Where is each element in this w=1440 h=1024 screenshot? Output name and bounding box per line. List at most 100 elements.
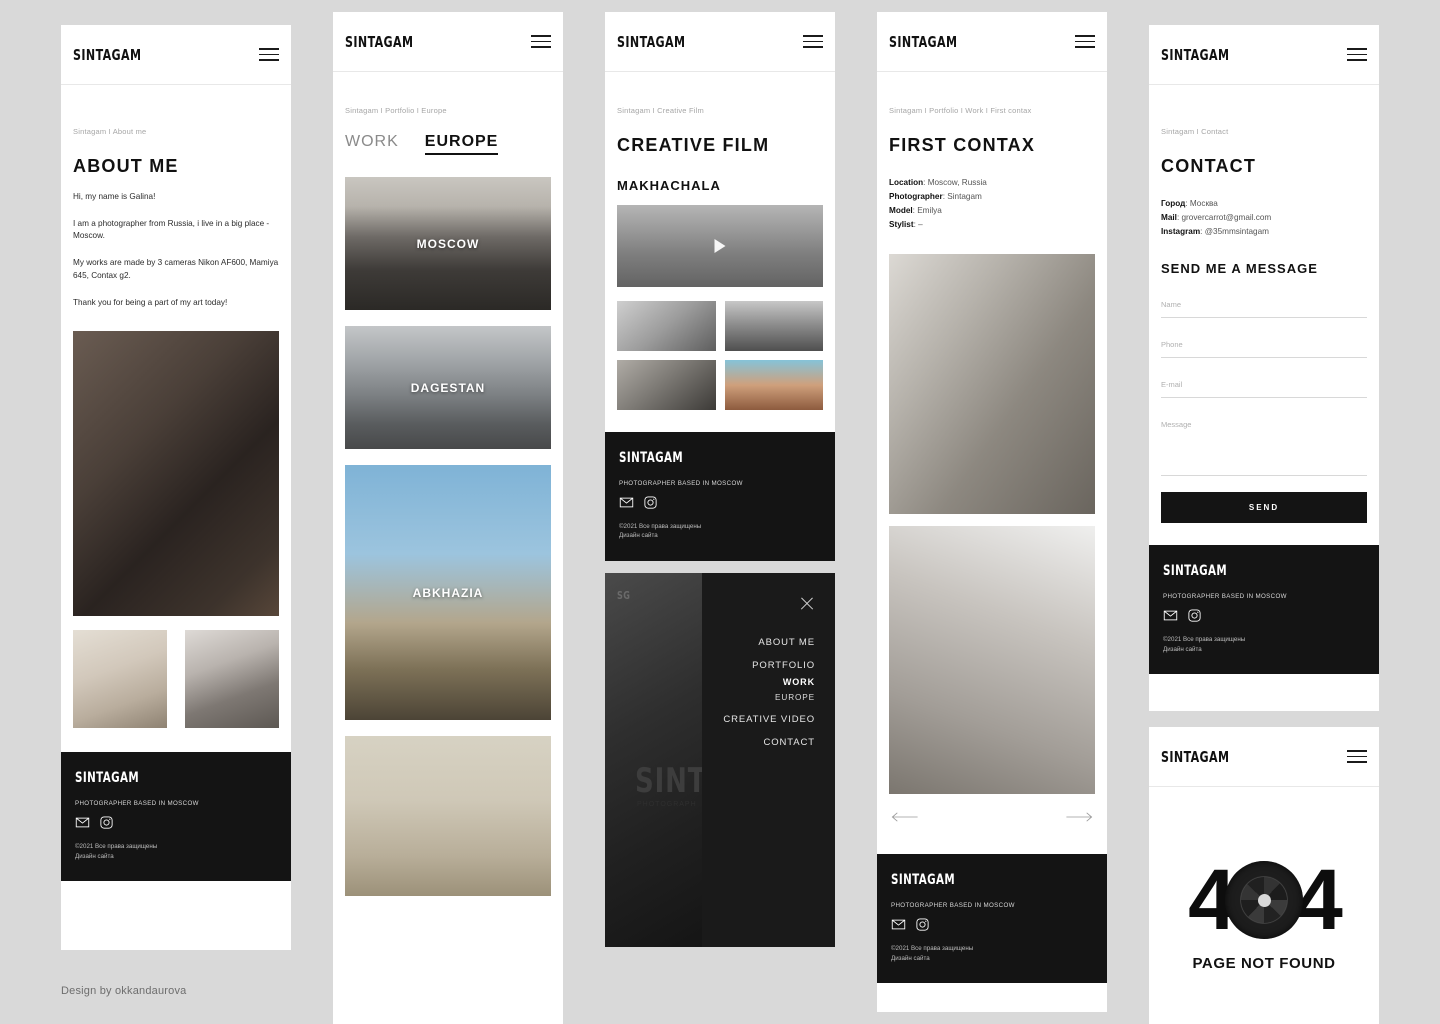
menu-item-work[interactable]: WORK <box>702 677 815 687</box>
contact-value[interactable]: @35mmsintagam <box>1205 227 1269 236</box>
instagram-icon[interactable] <box>1187 608 1202 623</box>
film-thumb-3[interactable] <box>617 360 716 410</box>
gallery-caption: ABKHAZIA <box>412 585 484 600</box>
brand-logo[interactable]: SINTAGAM <box>73 46 141 64</box>
hamburger-icon[interactable] <box>1075 35 1095 48</box>
about-paragraph-1: Hi, my name is Galina! <box>73 192 156 201</box>
instagram-icon[interactable] <box>915 917 930 932</box>
film-thumb-1[interactable] <box>617 301 716 351</box>
film-thumb-4[interactable] <box>724 360 823 410</box>
not-found-message: PAGE NOT FOUND <box>1192 955 1336 972</box>
hamburger-icon[interactable] <box>1347 750 1367 763</box>
about-paragraph-2: I am a photographer from Russia, i live … <box>73 218 270 241</box>
site-footer: SINTAGAM PHOTOGRAPHER BASED IN MOSCOW ©2… <box>61 752 291 881</box>
overlay-watermark-small: PHOTOGRAPH <box>637 800 697 808</box>
brand-logo[interactable]: SINTAGAM <box>889 33 957 51</box>
footer-design-link[interactable]: Дизайн сайта <box>891 954 1093 963</box>
panel-work-europe: SINTAGAM Sintagam I Portfolio I Europe W… <box>333 12 563 1024</box>
overlay-watermark-logo: SG <box>617 588 631 602</box>
brand-logo[interactable]: SINTAGAM <box>617 33 685 51</box>
contact-details: Город: Москва Mail: grovercarrot@gmail.c… <box>1161 197 1367 239</box>
meta-key: Location <box>889 178 924 187</box>
menu-item-portfolio[interactable]: PORTFOLIO <box>702 660 815 671</box>
contact-value[interactable]: grovercarrot@gmail.com <box>1182 213 1272 222</box>
meta-row-model: Model: Emilya <box>889 206 942 216</box>
footer-social <box>1163 608 1365 623</box>
hamburger-icon[interactable] <box>531 35 551 48</box>
footer-social <box>75 815 277 830</box>
gallery-card-abkhazia[interactable]: ABKHAZIA <box>345 465 551 720</box>
gallery-card-italy[interactable] <box>345 736 551 896</box>
arrow-right-icon[interactable] <box>1065 810 1093 824</box>
play-icon[interactable] <box>714 239 726 253</box>
overlay-background-photo: SG SINT PHOTOGRAPH <box>605 572 705 947</box>
close-icon[interactable] <box>799 595 815 611</box>
gallery-card-moscow[interactable]: MOSCOW <box>345 177 551 310</box>
footer-copyright: ©2021 Все права защищены <box>891 945 974 953</box>
footer-design-link[interactable]: Дизайн сайта <box>75 852 277 861</box>
arrow-left-icon[interactable] <box>891 810 919 824</box>
footer-logo: SINTAGAM <box>75 770 140 787</box>
breadcrumb: Sintagam I About me <box>73 127 147 136</box>
page-title: ABOUT ME <box>73 156 179 176</box>
mail-icon[interactable] <box>891 917 906 932</box>
breadcrumb: Sintagam I Creative Film <box>617 106 704 115</box>
site-footer: SINTAGAM PHOTOGRAPHER BASED IN MOSCOW ©2… <box>877 854 1107 984</box>
hamburger-icon[interactable] <box>1347 48 1367 61</box>
film-thumb-2[interactable] <box>724 301 823 351</box>
contact-form: Name Phone E-mail Message SEND <box>1161 294 1367 524</box>
contact-value: Москва <box>1189 199 1218 208</box>
name-field[interactable]: Name <box>1161 294 1367 319</box>
menu-item-contact[interactable]: CONTACT <box>702 737 815 748</box>
menu-item-about-me[interactable]: ABOUT ME <box>702 637 815 648</box>
footer-copyright: ©2021 Все права защищены <box>1163 636 1246 644</box>
overlay-menu-list: ABOUT ME PORTFOLIO WORK EUROPE CREATIVE … <box>702 637 815 748</box>
email-field[interactable]: E-mail <box>1161 374 1367 399</box>
menu-item-europe[interactable]: EUROPE <box>702 693 815 702</box>
menu-item-creative-video[interactable]: CREATIVE VIDEO <box>702 714 815 725</box>
tab-work[interactable]: WORK <box>345 133 399 151</box>
breadcrumb: Sintagam I Contact <box>1161 127 1229 136</box>
meta-row-photographer: Photographer: Sintagam <box>889 192 982 202</box>
name-field-placeholder: Name <box>1161 300 1182 310</box>
instagram-icon[interactable] <box>643 495 658 510</box>
meta-value: Emilya <box>917 206 942 216</box>
instagram-icon[interactable] <box>99 815 114 830</box>
brand-logo[interactable]: SINTAGAM <box>1161 46 1229 64</box>
footer-logo: SINTAGAM <box>1163 563 1228 580</box>
footer-tagline: PHOTOGRAPHER BASED IN MOSCOW <box>75 800 199 808</box>
hamburger-icon[interactable] <box>259 48 279 61</box>
gallery-caption: DAGESTAN <box>410 380 486 395</box>
video-player[interactable] <box>617 205 823 287</box>
send-button[interactable]: SEND <box>1161 492 1367 524</box>
about-photo-1[interactable] <box>73 630 167 729</box>
about-photo-2[interactable] <box>185 630 279 729</box>
panel-first-contax: SINTAGAM Sintagam I Portfolio I Work I F… <box>877 12 1107 1012</box>
meta-value: Sintagam <box>947 192 982 202</box>
gallery-caption: MOSCOW <box>416 236 480 251</box>
hamburger-icon[interactable] <box>803 35 823 48</box>
about-hero-photo[interactable] <box>73 331 279 617</box>
gallery-card-dagestan[interactable]: DAGESTAN <box>345 326 551 449</box>
brand-logo[interactable]: SINTAGAM <box>1161 748 1229 766</box>
phone-field-placeholder: Phone <box>1161 340 1183 350</box>
message-field[interactable]: Message <box>1161 414 1367 477</box>
mail-icon[interactable] <box>619 495 634 510</box>
phone-field[interactable]: Phone <box>1161 334 1367 359</box>
brand-logo[interactable]: SINTAGAM <box>345 33 413 51</box>
mail-icon[interactable] <box>1163 608 1178 623</box>
breadcrumb: Sintagam I Portfolio I Europe <box>345 106 447 115</box>
contax-photo-1[interactable] <box>889 254 1095 515</box>
email-field-placeholder: E-mail <box>1161 380 1183 390</box>
overlay-menu-panel: ABOUT ME PORTFOLIO WORK EUROPE CREATIVE … <box>702 572 835 947</box>
footer-design-link[interactable]: Дизайн сайта <box>619 531 821 540</box>
not-found-block: 4 4 PAGE NOT FOUND <box>1149 787 1379 1012</box>
tab-europe[interactable]: EUROPE <box>424 133 499 155</box>
contax-photo-2[interactable] <box>889 526 1095 795</box>
menu-overlay: SG SINT PHOTOGRAPH ABOUT ME PORTFOLIO WO… <box>605 572 835 947</box>
design-credit: Design by okkandaurova <box>61 985 187 997</box>
footer-design-link[interactable]: Дизайн сайта <box>1163 645 1365 654</box>
mail-icon[interactable] <box>75 815 90 830</box>
panel-header: SINTAGAM <box>1149 25 1379 85</box>
meta-key: Stylist <box>889 220 914 230</box>
